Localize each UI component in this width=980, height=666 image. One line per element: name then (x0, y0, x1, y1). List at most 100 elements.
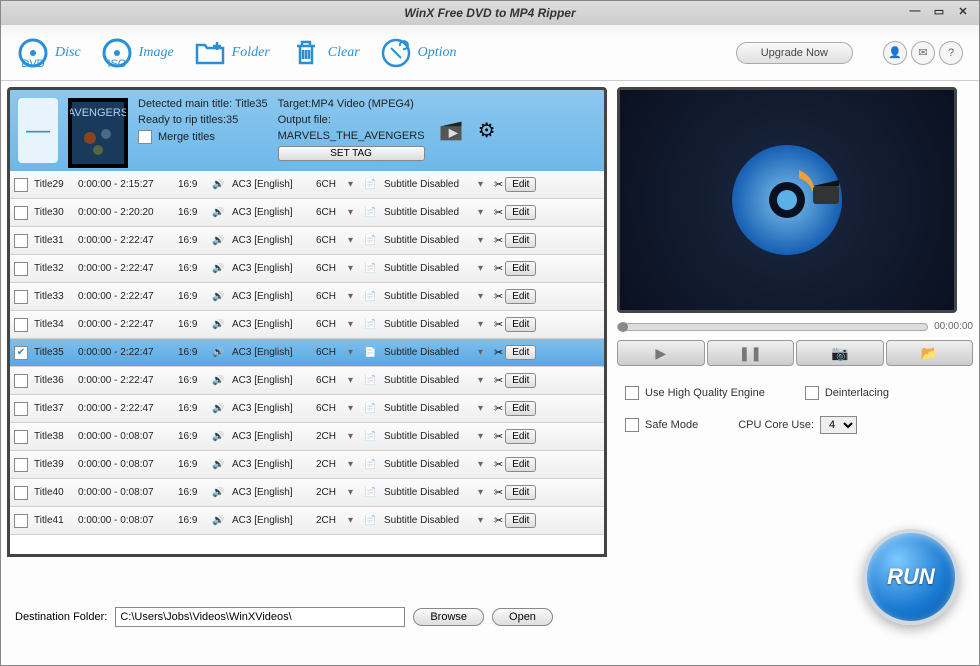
title-row[interactable]: Title390:00:00 - 0:08:0716:9🔊AC3 [Englis… (10, 451, 604, 479)
title-checkbox[interactable] (14, 514, 28, 528)
edit-button[interactable]: Edit (505, 429, 536, 444)
maximize-button[interactable]: ▭ (931, 3, 947, 19)
clapper-icon[interactable] (435, 115, 467, 147)
title-checkbox[interactable] (14, 458, 28, 472)
disc-button[interactable]: DVD Disc (17, 37, 81, 69)
edit-button[interactable]: Edit (505, 289, 536, 304)
audio-dropdown[interactable]: ▾ (348, 431, 358, 442)
dest-input[interactable] (115, 607, 405, 627)
title-row[interactable]: Title340:00:00 - 2:22:4716:9🔊AC3 [Englis… (10, 311, 604, 339)
edit-button[interactable]: Edit (505, 261, 536, 276)
mail-icon[interactable]: ✉ (911, 41, 935, 65)
title-row[interactable]: Title370:00:00 - 2:22:4716:9🔊AC3 [Englis… (10, 395, 604, 423)
title-row[interactable]: Title300:00:00 - 2:20:2016:9🔊AC3 [Englis… (10, 199, 604, 227)
edit-button[interactable]: Edit (505, 457, 536, 472)
edit-button[interactable]: Edit (505, 513, 536, 528)
subtitle-dropdown[interactable]: ▾ (478, 431, 488, 442)
open-folder-button[interactable]: 📂 (886, 340, 974, 366)
title-checkbox[interactable] (14, 234, 28, 248)
hq-checkbox[interactable] (625, 386, 639, 400)
subtitle-dropdown[interactable]: ▾ (478, 179, 488, 190)
subtitle-dropdown[interactable]: ▾ (478, 291, 488, 302)
audio-dropdown[interactable]: ▾ (348, 207, 358, 218)
user-icon[interactable]: 👤 (883, 41, 907, 65)
subtitle-dropdown[interactable]: ▾ (478, 403, 488, 414)
clear-button[interactable]: Clear (290, 37, 360, 69)
folder-button[interactable]: Folder (194, 37, 270, 69)
audio-dropdown[interactable]: ▾ (348, 459, 358, 470)
collapse-button[interactable]: — (18, 98, 58, 163)
audio-dropdown[interactable]: ▾ (348, 235, 358, 246)
subtitle-dropdown[interactable]: ▾ (478, 375, 488, 386)
deint-checkbox[interactable] (805, 386, 819, 400)
scissors-icon: ✂ (494, 206, 503, 219)
edit-button[interactable]: Edit (505, 401, 536, 416)
audio-dropdown[interactable]: ▾ (348, 347, 358, 358)
play-button[interactable]: ▶ (617, 340, 705, 366)
title-row[interactable]: Title360:00:00 - 2:22:4716:9🔊AC3 [Englis… (10, 367, 604, 395)
edit-button[interactable]: Edit (505, 177, 536, 192)
safe-checkbox[interactable] (625, 418, 639, 432)
audio-dropdown[interactable]: ▾ (348, 319, 358, 330)
upgrade-button[interactable]: Upgrade Now (736, 42, 853, 64)
run-button[interactable]: RUN (863, 529, 959, 625)
open-button[interactable]: Open (492, 608, 553, 626)
settag-button[interactable]: SET TAG (278, 146, 425, 161)
title-checkbox[interactable] (14, 318, 28, 332)
title-checkbox[interactable] (14, 290, 28, 304)
close-button[interactable]: ✕ (955, 3, 971, 19)
title-checkbox[interactable] (14, 346, 28, 360)
edit-button[interactable]: Edit (505, 233, 536, 248)
cpu-select[interactable]: 4 (820, 416, 857, 434)
subtitle-dropdown[interactable]: ▾ (478, 515, 488, 526)
title-time: 0:00:00 - 2:22:47 (78, 375, 172, 386)
minimize-button[interactable]: — (907, 3, 923, 19)
subtitle-dropdown[interactable]: ▾ (478, 207, 488, 218)
audio-dropdown[interactable]: ▾ (348, 179, 358, 190)
audio-dropdown[interactable]: ▾ (348, 515, 358, 526)
title-checkbox[interactable] (14, 262, 28, 276)
speaker-icon: 🔊 (212, 263, 226, 274)
subtitle-dropdown[interactable]: ▾ (478, 487, 488, 498)
subtitle-dropdown[interactable]: ▾ (478, 263, 488, 274)
audio-dropdown[interactable]: ▾ (348, 263, 358, 274)
title-checkbox[interactable] (14, 430, 28, 444)
subtitle-dropdown[interactable]: ▾ (478, 235, 488, 246)
title-row[interactable]: Title310:00:00 - 2:22:4716:9🔊AC3 [Englis… (10, 227, 604, 255)
browse-button[interactable]: Browse (413, 608, 484, 626)
pause-button[interactable]: ❚❚ (707, 340, 795, 366)
title-checkbox[interactable] (14, 374, 28, 388)
title-row[interactable]: Title410:00:00 - 0:08:0716:9🔊AC3 [Englis… (10, 507, 604, 535)
help-icon[interactable]: ? (939, 41, 963, 65)
title-row[interactable]: Title320:00:00 - 2:22:4716:9🔊AC3 [Englis… (10, 255, 604, 283)
title-checkbox[interactable] (14, 206, 28, 220)
edit-button[interactable]: Edit (505, 485, 536, 500)
audio-dropdown[interactable]: ▾ (348, 375, 358, 386)
title-row[interactable]: Title400:00:00 - 0:08:0716:9🔊AC3 [Englis… (10, 479, 604, 507)
title-row[interactable]: Title330:00:00 - 2:22:4716:9🔊AC3 [Englis… (10, 283, 604, 311)
option-button[interactable]: Option (380, 37, 457, 69)
merge-checkbox[interactable] (138, 130, 152, 144)
edit-button[interactable]: Edit (505, 317, 536, 332)
title-checkbox[interactable] (14, 402, 28, 416)
audio-dropdown[interactable]: ▾ (348, 403, 358, 414)
edit-button[interactable]: Edit (505, 345, 536, 360)
title-checkbox[interactable] (14, 486, 28, 500)
gear-icon[interactable]: ⚙ (471, 115, 503, 147)
snapshot-button[interactable]: 📷 (796, 340, 884, 366)
edit-button[interactable]: Edit (505, 373, 536, 388)
title-row[interactable]: Title290:00:00 - 2:15:2716:9🔊AC3 [Englis… (10, 171, 604, 199)
subtitle-dropdown[interactable]: ▾ (478, 459, 488, 470)
image-button[interactable]: ISO Image (101, 37, 174, 69)
title-list[interactable]: Title290:00:00 - 2:15:2716:9🔊AC3 [Englis… (7, 171, 607, 557)
edit-button[interactable]: Edit (505, 205, 536, 220)
audio-dropdown[interactable]: ▾ (348, 487, 358, 498)
subtitle-dropdown[interactable]: ▾ (478, 319, 488, 330)
wrench-icon (380, 37, 412, 69)
title-row[interactable]: Title350:00:00 - 2:22:4716:9🔊AC3 [Englis… (10, 339, 604, 367)
title-checkbox[interactable] (14, 178, 28, 192)
progress-slider[interactable] (617, 323, 928, 331)
title-row[interactable]: Title380:00:00 - 0:08:0716:9🔊AC3 [Englis… (10, 423, 604, 451)
subtitle-dropdown[interactable]: ▾ (478, 347, 488, 358)
audio-dropdown[interactable]: ▾ (348, 291, 358, 302)
